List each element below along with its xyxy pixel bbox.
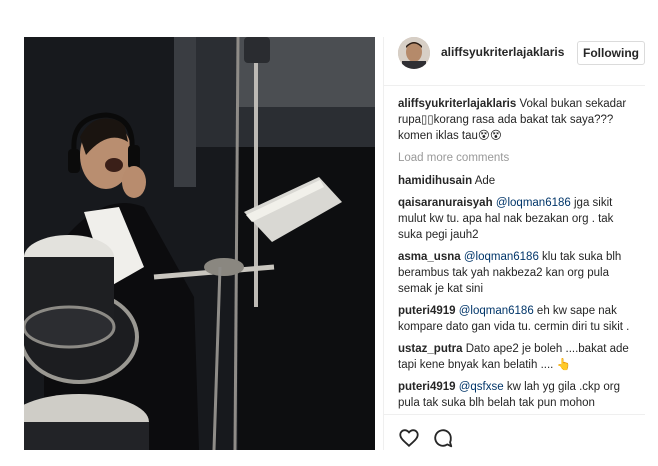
caption-username[interactable]: aliffsyukriterlajaklaris xyxy=(398,98,516,110)
comment-mention[interactable]: @loqman6186 xyxy=(496,197,571,209)
comment-username[interactable]: qaisaranuraisyah xyxy=(398,197,493,209)
post-actions xyxy=(384,414,645,451)
post-header: aliffsyukriterlajaklaris Following xyxy=(384,37,645,86)
caption: aliffsyukriterlajaklaris Vokal bukan sek… xyxy=(398,96,638,144)
comment-icon[interactable] xyxy=(432,427,454,449)
comment-username[interactable]: puteri4919 xyxy=(398,305,456,317)
comment-item: asma_usna @loqman6186 klu tak suka blh b… xyxy=(398,249,638,297)
comment-username[interactable]: puteri4919 xyxy=(398,381,456,393)
header-username[interactable]: aliffsyukriterlajaklaris xyxy=(441,45,564,59)
comment-item: puteri4919 @loqman6186 eh kw sape nak ko… xyxy=(398,303,638,335)
comment-username[interactable]: asma_usna xyxy=(398,251,461,263)
comment-item: qaisaranuraisyah @loqman6186 jga sikit m… xyxy=(398,195,638,243)
post-panel: aliffsyukriterlajaklaris Following aliff… xyxy=(383,37,645,450)
studio-singer-image xyxy=(24,37,375,450)
heart-icon[interactable] xyxy=(398,427,420,449)
avatar-image xyxy=(398,37,430,69)
post-photo[interactable] xyxy=(24,37,375,450)
avatar[interactable] xyxy=(398,37,430,69)
comment-mention[interactable]: @qsfxse xyxy=(459,381,504,393)
comment-mention[interactable]: @loqman6186 xyxy=(464,251,539,263)
load-more-comments-link[interactable]: Load more comments xyxy=(398,150,638,166)
comment-text: Ade xyxy=(474,175,496,187)
comment-mention[interactable]: @loqman6186 xyxy=(459,305,534,317)
comment-item: hamidihusain Ade xyxy=(398,173,638,189)
comment-item: puteri4919 @qsfxse kw lah yg gila .ckp o… xyxy=(398,379,638,411)
comments-list[interactable]: aliffsyukriterlajaklaris Vokal bukan sek… xyxy=(398,96,638,412)
comment-item: ustaz_putra Dato ape2 je boleh ....bakat… xyxy=(398,341,638,373)
comment-username[interactable]: ustaz_putra xyxy=(398,343,463,355)
following-button[interactable]: Following xyxy=(577,41,645,65)
comment-username[interactable]: hamidihusain xyxy=(398,175,472,187)
